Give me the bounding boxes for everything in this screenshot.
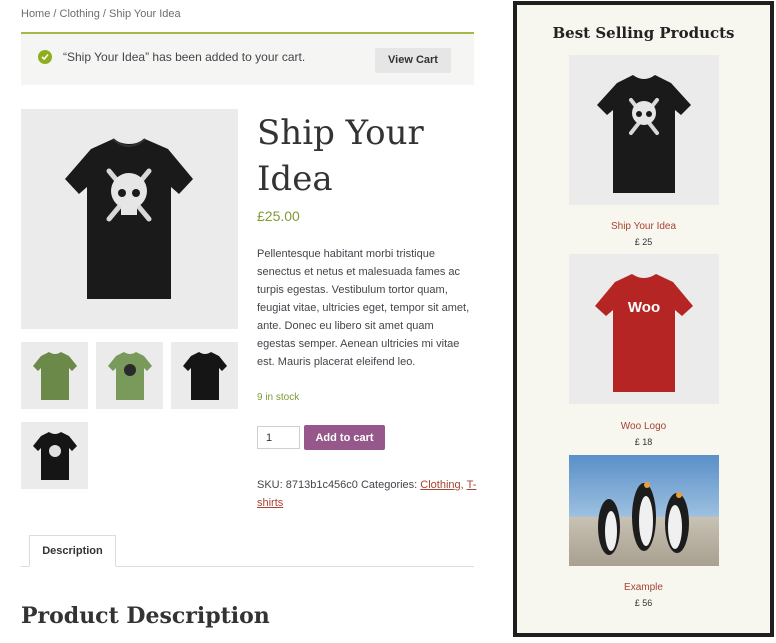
product-price: £25.00 bbox=[257, 208, 300, 224]
best-seller-name[interactable]: Woo Logo bbox=[517, 421, 770, 432]
product-thumbnail-black-tshirt-back[interactable] bbox=[171, 342, 238, 409]
product-short-description: Pellentesque habitant morbi tristique se… bbox=[257, 248, 470, 368]
categories-label: Categories: bbox=[357, 479, 421, 491]
stock-status: 9 in stock bbox=[257, 392, 300, 403]
best-seller-image-ship-your-idea[interactable] bbox=[569, 55, 719, 205]
check-icon bbox=[38, 50, 52, 64]
product-title: Ship Your Idea bbox=[257, 113, 424, 199]
product-main-image[interactable] bbox=[21, 109, 238, 329]
best-seller-image-woo-logo[interactable]: Woo bbox=[569, 254, 719, 404]
sku-value: 8713b1c456c0 bbox=[285, 479, 358, 491]
breadcrumb-current: Ship Your Idea bbox=[109, 8, 181, 20]
woo-logo-text: Woo bbox=[628, 299, 660, 316]
product-thumbnail-black-skull-tshirt[interactable] bbox=[21, 422, 88, 489]
sku-label: SKU: bbox=[257, 479, 286, 491]
best-seller-image-example-penguins[interactable] bbox=[569, 455, 719, 566]
best-selling-products-widget: Best Selling Products Ship Your Idea £ 2… bbox=[513, 1, 774, 637]
breadcrumb-clothing-link[interactable]: Clothing bbox=[60, 8, 100, 20]
breadcrumb-home-link[interactable]: Home bbox=[21, 8, 50, 20]
best-seller-price: £ 25 bbox=[634, 237, 653, 247]
add-to-cart-button[interactable]: Add to cart bbox=[304, 425, 385, 450]
product-meta: SKU: 8713b1c456c0 Categories: Clothing, … bbox=[257, 479, 477, 509]
widget-title: Best Selling Products bbox=[552, 24, 735, 42]
best-seller-price: £ 18 bbox=[634, 437, 653, 447]
quantity-input[interactable] bbox=[257, 426, 300, 449]
cart-notice: “Ship Your Idea” has been added to your … bbox=[21, 32, 474, 85]
best-seller-name[interactable]: Example bbox=[517, 582, 770, 593]
tab-description[interactable]: Description bbox=[29, 535, 116, 567]
product-description-heading: Product Description bbox=[21, 603, 270, 629]
notice-message: “Ship Your Idea” has been added to your … bbox=[63, 50, 306, 64]
breadcrumb: Home / Clothing / Ship Your Idea bbox=[21, 8, 181, 20]
breadcrumb-separator: / bbox=[99, 8, 110, 20]
breadcrumb-separator: / bbox=[50, 8, 60, 20]
product-thumbnail-green-skull-tshirt[interactable] bbox=[96, 342, 163, 409]
category-link-clothing[interactable]: Clothing bbox=[420, 479, 460, 491]
product-thumbnail-green-tshirt[interactable] bbox=[21, 342, 88, 409]
view-cart-button[interactable]: View Cart bbox=[375, 48, 451, 73]
best-seller-name[interactable]: Ship Your Idea bbox=[517, 221, 770, 232]
best-seller-price: £ 56 bbox=[634, 598, 653, 608]
